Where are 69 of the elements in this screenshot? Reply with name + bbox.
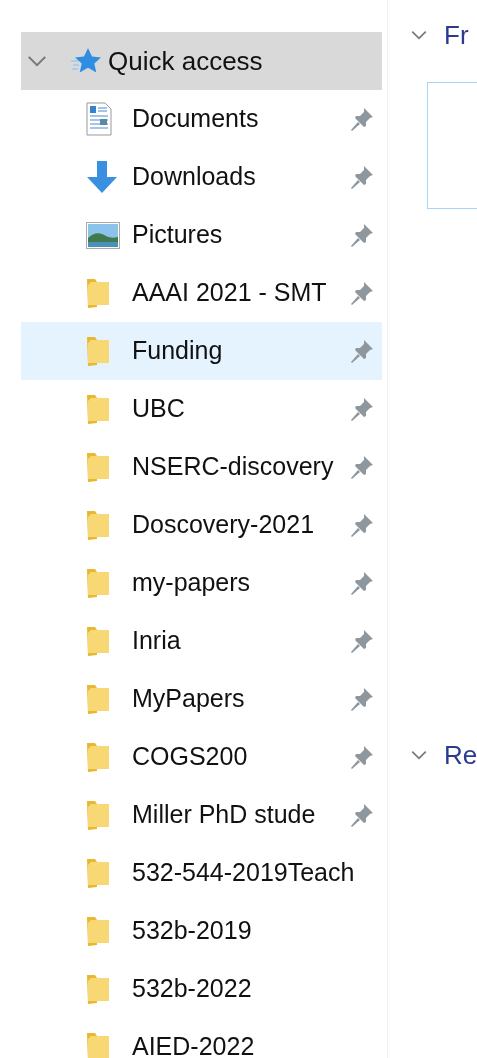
- sidebar-item[interactable]: Funding: [21, 322, 382, 380]
- section-title[interactable]: Re: [444, 735, 477, 775]
- sidebar-item[interactable]: Pictures: [21, 206, 382, 264]
- pin-icon[interactable]: [350, 281, 374, 305]
- pin-icon[interactable]: [350, 629, 374, 653]
- sidebar-item[interactable]: Doscovery-2021: [21, 496, 382, 554]
- sidebar-item[interactable]: 532b-2019: [21, 902, 382, 960]
- sidebar-item[interactable]: MyPapers: [21, 670, 382, 728]
- item-label: Pictures: [132, 219, 223, 251]
- pin-icon[interactable]: [350, 397, 374, 421]
- item-label: Downloads: [132, 161, 256, 193]
- pin-icon[interactable]: [350, 107, 374, 131]
- pin-icon[interactable]: [350, 223, 374, 247]
- pin-icon[interactable]: [350, 571, 374, 595]
- item-label: 532b-2019: [132, 915, 252, 947]
- item-label: MyPapers: [132, 683, 245, 715]
- pin-icon[interactable]: [350, 339, 374, 363]
- pin-icon[interactable]: [350, 687, 374, 711]
- item-label: AIED-2022: [132, 1031, 255, 1058]
- folder-icon: [86, 393, 110, 425]
- folder-icon: [86, 799, 110, 831]
- sidebar-item[interactable]: my-papers: [21, 554, 382, 612]
- quick-access-item[interactable]: Quick access: [21, 32, 382, 90]
- star-icon: [70, 47, 102, 75]
- section-title[interactable]: Fr: [444, 15, 469, 55]
- item-label: Inria: [132, 625, 181, 657]
- sidebar-item[interactable]: Documents: [21, 90, 382, 148]
- folder-icon: [86, 567, 110, 599]
- folder-icon: [86, 915, 110, 947]
- item-label: Documents: [132, 103, 259, 135]
- item-label: Funding: [132, 335, 223, 367]
- item-label: NSERC-discovery: [132, 451, 334, 483]
- sidebar-item[interactable]: UBC: [21, 380, 382, 438]
- sidebar-item[interactable]: 532-544-2019Teach: [21, 844, 382, 902]
- folder-icon: [86, 683, 110, 715]
- pin-icon[interactable]: [350, 165, 374, 189]
- landscape-icon: [86, 221, 120, 249]
- item-label: COGS200: [132, 741, 248, 773]
- item-label: Miller PhD stude: [132, 799, 316, 831]
- item-label: AAAI 2021 - SMT: [132, 277, 327, 309]
- sidebar-item[interactable]: AIED-2022: [21, 1018, 382, 1058]
- document-icon: [86, 102, 112, 136]
- sidebar-item[interactable]: COGS200: [21, 728, 382, 786]
- pin-icon[interactable]: [350, 803, 374, 827]
- folder-icon: [86, 625, 110, 657]
- download-arrow-icon: [86, 161, 118, 193]
- folder-icon: [86, 451, 110, 483]
- pin-icon[interactable]: [350, 745, 374, 769]
- sidebar-item[interactable]: 532b-2022: [21, 960, 382, 1018]
- sidebar-item[interactable]: Miller PhD stude: [21, 786, 382, 844]
- quick-access-label: Quick access: [108, 44, 263, 78]
- item-label: 532b-2022: [132, 973, 252, 1005]
- item-label: UBC: [132, 393, 185, 425]
- sidebar-item[interactable]: AAAI 2021 - SMT: [21, 264, 382, 322]
- folder-icon: [86, 509, 110, 541]
- sidebar-item[interactable]: Downloads: [21, 148, 382, 206]
- item-label: 532-544-2019Teach: [132, 857, 355, 889]
- folder-icon: [86, 1031, 110, 1058]
- item-label: Doscovery-2021: [132, 509, 315, 541]
- folder-icon: [86, 277, 110, 309]
- pin-icon[interactable]: [350, 455, 374, 479]
- sidebar-item[interactable]: Inria: [21, 612, 382, 670]
- pin-icon[interactable]: [350, 513, 374, 537]
- folder-icon: [86, 335, 110, 367]
- sidebar-item[interactable]: NSERC-discovery: [21, 438, 382, 496]
- folder-icon: [86, 973, 110, 1005]
- folder-icon: [86, 741, 110, 773]
- folder-icon: [86, 857, 110, 889]
- item-label: my-papers: [132, 567, 251, 599]
